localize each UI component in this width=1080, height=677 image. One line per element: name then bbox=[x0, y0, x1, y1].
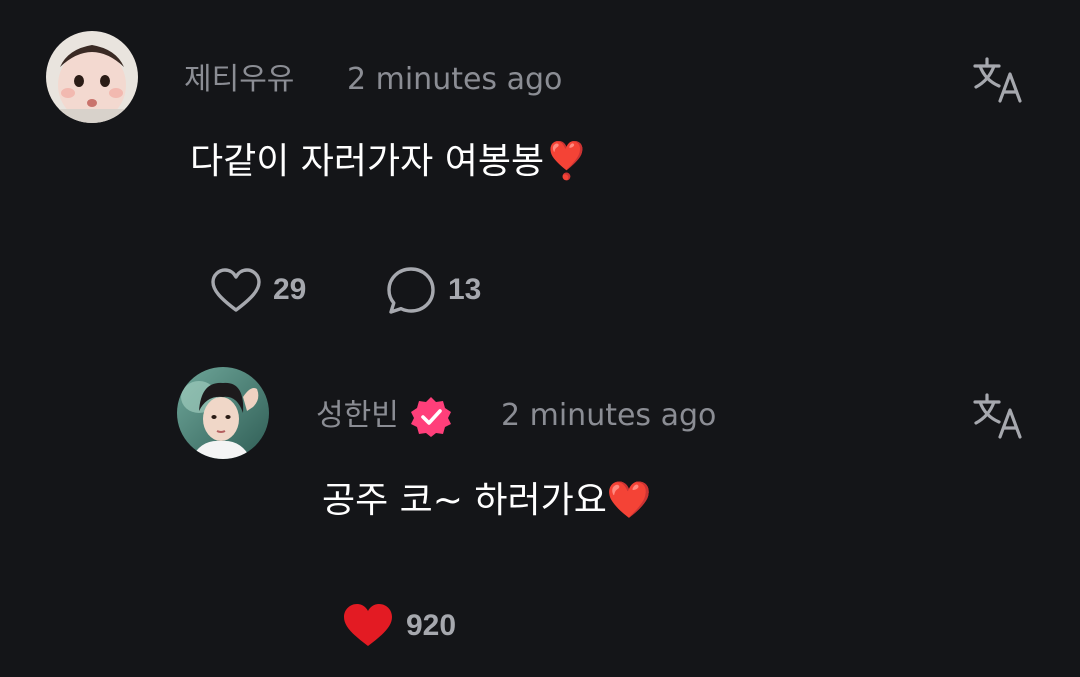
verified-badge-icon bbox=[410, 396, 452, 438]
translate-icon[interactable] bbox=[972, 392, 1028, 440]
heart-exclamation-emoji: ❣️ bbox=[544, 141, 589, 182]
username[interactable]: 성한빈 bbox=[316, 396, 399, 436]
comment-body: 공주 코~ 하러가요 bbox=[322, 480, 607, 521]
like-heart-icon[interactable] bbox=[210, 268, 262, 314]
timestamp: 2 minutes ago bbox=[501, 398, 717, 433]
red-heart-emoji: ❤️ bbox=[606, 480, 652, 521]
comment-body: 다같이 자러가자 여봉봉 bbox=[190, 141, 545, 182]
reply-count: 13 bbox=[448, 273, 482, 306]
reply-bubble-icon[interactable] bbox=[386, 266, 436, 316]
comment-text: 다같이 자러가자 여봉봉❣️ bbox=[190, 138, 589, 186]
avatar[interactable] bbox=[177, 367, 269, 459]
like-count: 29 bbox=[273, 273, 307, 306]
translate-icon[interactable] bbox=[972, 56, 1028, 104]
comment-text: 공주 코~ 하러가요❤️ bbox=[322, 477, 652, 525]
avatar[interactable] bbox=[46, 31, 138, 123]
like-heart-filled-icon[interactable] bbox=[342, 603, 394, 649]
username[interactable]: 제티우유 bbox=[184, 60, 294, 100]
like-count: 920 bbox=[406, 609, 457, 642]
timestamp: 2 minutes ago bbox=[347, 62, 563, 97]
